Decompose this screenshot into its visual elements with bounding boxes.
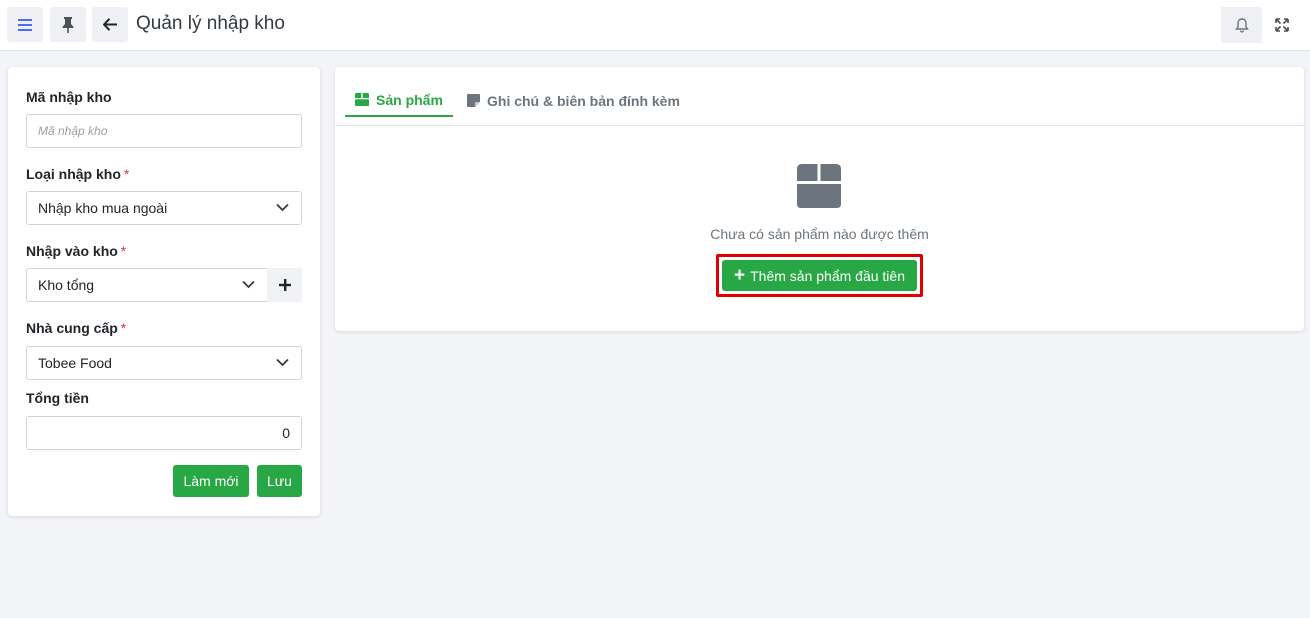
arrow-left-icon	[103, 18, 117, 31]
required-mark: *	[120, 320, 127, 336]
warehouse-label-text: Nhập vào kho	[26, 243, 118, 259]
code-placeholder: Mã nhập kho	[38, 124, 108, 138]
chevron-down-icon	[242, 280, 255, 289]
supplier-label: Nhà cung cấp *	[26, 320, 126, 336]
notifications-button[interactable]	[1221, 7, 1262, 43]
code-input[interactable]: Mã nhập kho	[26, 114, 302, 148]
import-form-card: Mã nhập kho Mã nhập kho Loại nhập kho * N…	[8, 67, 320, 516]
total-value: 0	[282, 425, 290, 441]
type-select[interactable]: Nhập kho mua ngoài	[26, 191, 302, 225]
tab-notes-attachments[interactable]: Ghi chú & biên bản đính kèm	[467, 84, 680, 117]
add-first-product-label: Thêm sản phẩm đầu tiên	[750, 267, 905, 284]
warehouse-label: Nhập vào kho *	[26, 243, 126, 259]
supplier-select[interactable]: Tobee Food	[26, 346, 302, 380]
top-bar: Quản lý nhập kho	[0, 0, 1310, 51]
supplier-label-text: Nhà cung cấp	[26, 320, 118, 336]
supplier-select-value: Tobee Food	[38, 355, 112, 371]
plus-icon	[278, 279, 291, 291]
chevron-down-icon	[276, 203, 289, 212]
save-button[interactable]: Lưu	[257, 465, 302, 497]
pin-icon	[62, 16, 74, 33]
pin-button[interactable]	[50, 7, 86, 42]
type-select-value: Nhập kho mua ngoài	[38, 200, 168, 216]
chevron-down-icon	[276, 358, 289, 367]
box-icon	[355, 93, 369, 106]
add-first-product-button[interactable]: + Thêm sản phẩm đầu tiên	[722, 260, 917, 291]
tab-bar: Sản phẩm Ghi chú & biên bản đính kèm	[335, 67, 1304, 126]
type-label: Loại nhập kho *	[26, 166, 129, 182]
add-warehouse-button[interactable]	[267, 268, 302, 302]
expand-icon	[1275, 18, 1289, 32]
box-icon	[797, 164, 841, 208]
total-label-text: Tổng tiền	[26, 390, 89, 406]
tab-products-label: Sản phẩm	[376, 91, 443, 108]
type-label-text: Loại nhập kho	[26, 166, 121, 182]
bell-icon	[1234, 17, 1249, 33]
sticky-note-icon	[467, 94, 480, 107]
hamburger-icon	[18, 18, 32, 31]
back-button[interactable]	[92, 7, 128, 42]
page-title: Quản lý nhập kho	[136, 13, 285, 34]
plus-icon: +	[734, 265, 746, 286]
required-mark: *	[120, 243, 127, 259]
products-card: Sản phẩm Ghi chú & biên bản đính kèm Chư…	[335, 67, 1304, 331]
tab-products[interactable]: Sản phẩm	[345, 84, 453, 117]
fullscreen-button[interactable]	[1270, 13, 1294, 37]
total-input[interactable]: 0	[26, 416, 302, 450]
menu-button[interactable]	[7, 7, 43, 42]
tab-notes-label: Ghi chú & biên bản đính kèm	[487, 92, 680, 109]
required-mark: *	[123, 166, 130, 182]
reset-button[interactable]: Làm mới	[173, 465, 249, 497]
code-label: Mã nhập kho	[26, 89, 112, 105]
warehouse-select[interactable]: Kho tổng	[26, 268, 268, 302]
warehouse-select-value: Kho tổng	[38, 277, 95, 293]
empty-message: Chưa có sản phẩm nào được thêm	[710, 226, 929, 242]
total-label: Tổng tiền	[26, 390, 89, 406]
code-label-text: Mã nhập kho	[26, 89, 112, 105]
